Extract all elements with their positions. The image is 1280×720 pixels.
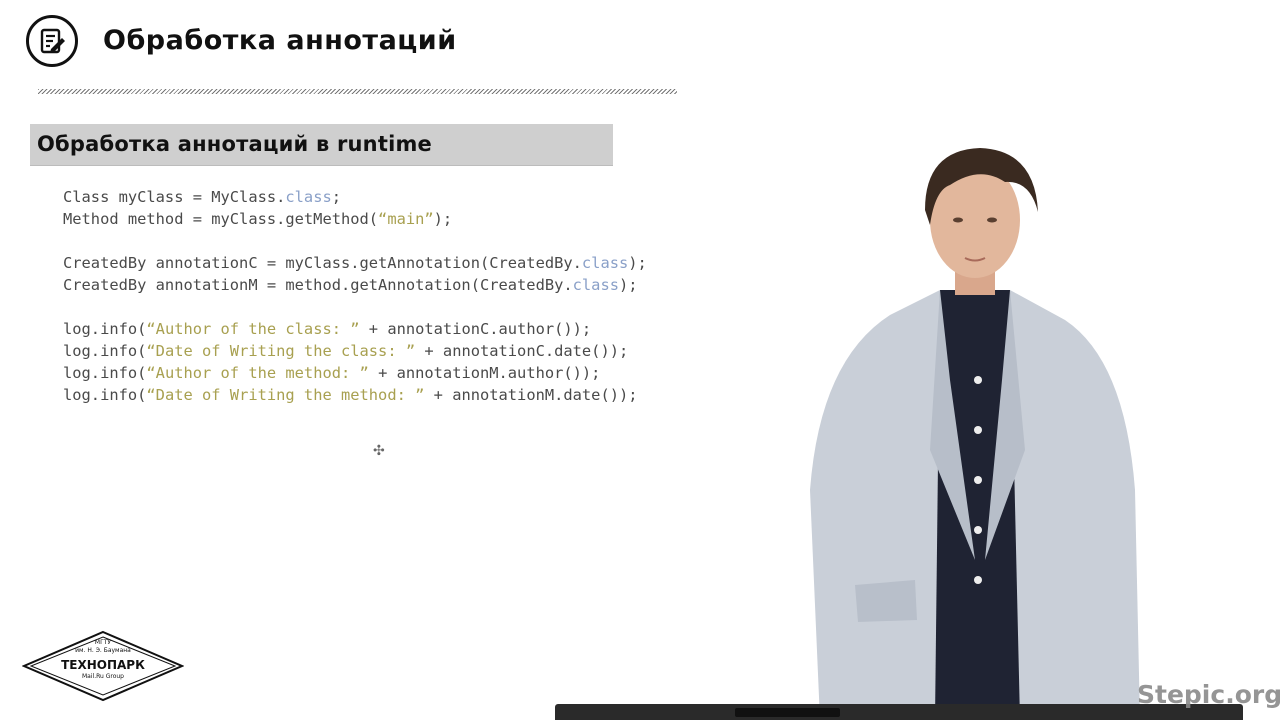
code-line: CreatedBy annotationM = method.getAnnota… (63, 274, 647, 296)
code-line: log.info(“Date of Writing the method: ” … (63, 384, 647, 406)
code-keyword: class (581, 254, 629, 272)
logo-sub: Mail.Ru Group (82, 673, 124, 680)
code-line: CreatedBy annotationC = myClass.getAnnot… (63, 252, 647, 274)
code-text: + annotationM.date()); (424, 386, 638, 404)
code-line: Method method = myClass.getMethod(“main”… (63, 208, 647, 230)
section-title: Обработка аннотаций в runtime (37, 132, 432, 156)
code-text: + annotationC.date()); (415, 342, 629, 360)
code-text: ; (331, 188, 342, 206)
presenter-video (810, 148, 1140, 720)
code-keyword: class (285, 188, 332, 206)
code-text: ); (628, 254, 647, 272)
stepic-watermark: Stepic.org (1137, 680, 1280, 709)
code-text: log.info( (63, 364, 147, 382)
code-string: “main” (378, 210, 434, 228)
section-banner: Обработка аннотаций в runtime (30, 124, 613, 166)
code-text: ); (618, 276, 638, 294)
code-string: “Author of the class: ” (146, 320, 360, 338)
code-text: Method method = myClass.getMethod( (63, 210, 379, 228)
header-icon (26, 15, 78, 67)
code-text: CreatedBy annotationM = method.getAnnota… (63, 276, 573, 294)
code-string: “Date of Writing the method: ” (146, 386, 425, 404)
code-block: Class myClass = MyClass.class; Method met… (63, 186, 647, 406)
logo-name: ТЕХНОПАРК (61, 658, 145, 672)
code-line: Class myClass = MyClass.class; (63, 186, 647, 208)
code-text: + annotationC.author()); (359, 320, 592, 338)
title-divider (38, 89, 677, 94)
code-text: log.info( (63, 386, 147, 404)
code-text: Class myClass = MyClass. (63, 188, 286, 206)
code-line: log.info(“Author of the class: ” + annot… (63, 318, 647, 340)
code-text: CreatedBy annotationC = myClass.getAnnot… (63, 254, 582, 272)
page-title: Обработка аннотаций (103, 25, 457, 56)
code-text: log.info( (63, 320, 147, 338)
logo-line1: МГТУ (94, 639, 112, 646)
code-line: log.info(“Author of the method: ” + anno… (63, 362, 647, 384)
notepad-edit-icon (40, 28, 65, 54)
code-string: “Author of the method: ” (146, 364, 369, 382)
code-line: log.info(“Date of Writing the class: ” +… (63, 340, 647, 362)
code-text: log.info( (63, 342, 147, 360)
logo-line2: им. Н. Э. Баумана (75, 647, 131, 654)
code-keyword: class (572, 276, 619, 294)
code-string: “Date of Writing the class: ” (146, 342, 416, 360)
laptop-ports (735, 708, 840, 717)
code-text: + annotationM.author()); (368, 364, 601, 382)
technopark-logo: МГТУ им. Н. Э. Баумана ТЕХНОПАРК Mail.Ru… (22, 630, 184, 702)
code-text: ); (433, 210, 453, 228)
move-cursor-icon: ✣ (373, 442, 385, 458)
